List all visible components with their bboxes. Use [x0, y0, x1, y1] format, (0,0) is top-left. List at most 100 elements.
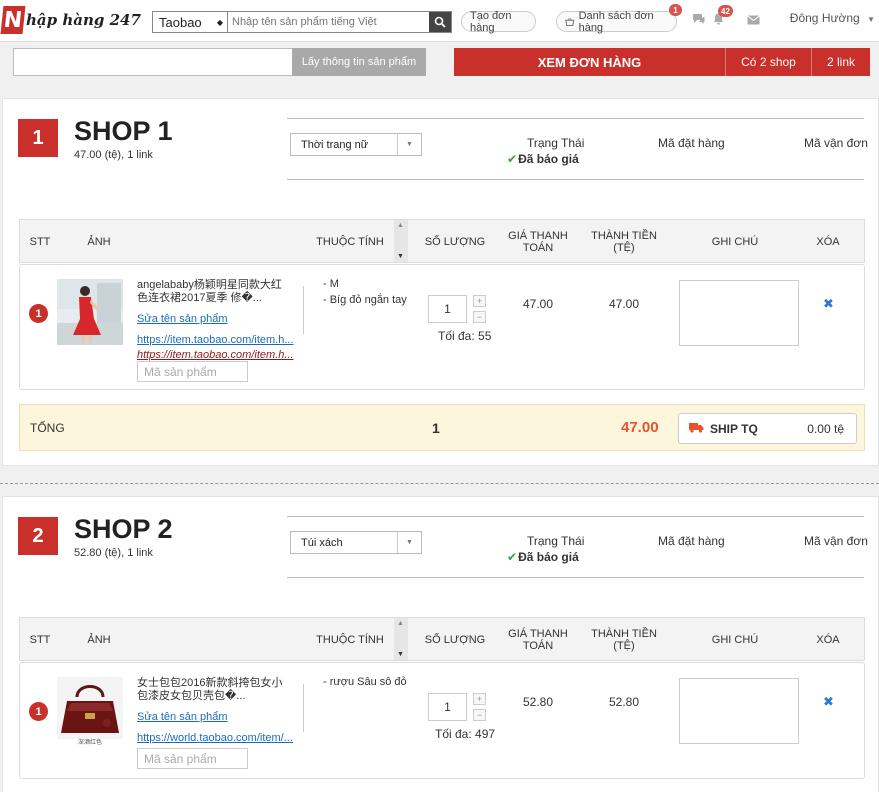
site-select[interactable]: Taobao ◆ — [153, 12, 228, 32]
tracking-code-label: Mã vận đơn — [804, 534, 868, 548]
create-order-label: Tạo đơn hàng — [470, 9, 512, 34]
basket-icon — [565, 17, 575, 26]
category-value: Thời trang nữ — [301, 138, 369, 151]
edit-name-link[interactable]: Sửa tên sản phẩm — [137, 313, 228, 325]
line-total: 52.80 — [609, 695, 640, 709]
pay-price: 52.80 — [523, 695, 554, 709]
attr-color: - Bíg đỏ ngắn tay — [323, 294, 407, 306]
product-thumbnail[interactable] — [57, 279, 123, 345]
scroll-down-icon: ▼ — [397, 651, 404, 658]
pay-price: 47.00 — [523, 297, 554, 311]
total-quantity: 1 — [432, 420, 440, 436]
logo-text: hập hàng 247 — [26, 11, 141, 29]
divider — [303, 684, 304, 732]
product-link[interactable]: https://world.taobao.com/item/... — [137, 732, 293, 744]
category-value: Túi xách — [301, 536, 343, 549]
status-text: Đã báo giá — [518, 152, 579, 166]
table-row: 1 深酒红色 女士包包2016新款斜挎包女小包漆皮女包贝壳包�... Sửa t… — [19, 662, 865, 779]
shop-number: 1 — [18, 119, 58, 157]
create-order-button[interactable]: Tạo đơn hàng — [461, 9, 536, 34]
col-note: GHI CHÚ — [711, 236, 759, 248]
status-value: ✔Đã báo giá — [507, 550, 579, 564]
sort-caret-icon: ◆ — [216, 17, 223, 27]
col-attributes: THUỘC TÍNH — [316, 634, 384, 646]
link-count: 2 link — [826, 55, 855, 69]
edit-name-link[interactable]: Sửa tên sản phẩm — [137, 711, 228, 723]
chevron-down-icon: ▼ — [867, 15, 875, 24]
caret-down-icon: ▼ — [397, 134, 421, 155]
chat-icon[interactable] — [692, 13, 705, 28]
col-stt: STT — [29, 634, 51, 646]
col-image: ẢNH — [87, 634, 111, 646]
order-code-label: Mã đặt hàng — [658, 136, 725, 150]
view-orders-button[interactable]: XEM ĐƠN HÀNG — [454, 48, 726, 76]
product-link[interactable]: https://item.taobao.com/item.h... — [137, 349, 294, 361]
line-total: 47.00 — [609, 297, 640, 311]
col-attributes: THUỘC TÍNH — [316, 236, 384, 248]
divider — [287, 516, 864, 517]
tracking-code-label: Mã vận đơn — [804, 136, 868, 150]
header-scrollbar[interactable]: ▲ ▼ — [394, 220, 408, 262]
quantity-input[interactable]: 1 — [428, 693, 467, 721]
user-name: Đông Hường — [789, 11, 860, 25]
divider — [287, 118, 864, 119]
divider — [287, 179, 864, 180]
sku-input[interactable]: Mã sản phẩm — [137, 361, 248, 382]
mail-icon[interactable] — [747, 13, 760, 28]
search-input[interactable] — [228, 12, 429, 32]
handbag-icon — [57, 677, 123, 739]
product-link[interactable]: https://item.taobao.com/item.h... — [137, 334, 294, 346]
search-bar: Taobao ◆ — [152, 11, 452, 33]
table-header: STT ẢNH THUỘC TÍNH ▲ ▼ SỐ LƯỢNG GIÁ THANH… — [19, 617, 865, 661]
total-label: TỔNG — [30, 421, 65, 435]
order-list-button[interactable]: Danh sách đơn hàng — [556, 10, 677, 34]
sku-input[interactable]: Mã sản phẩm — [137, 748, 248, 769]
divider — [287, 577, 864, 578]
max-quantity: Tối đa: 497 — [435, 727, 496, 741]
delete-icon[interactable]: ✖ — [823, 694, 834, 710]
status-text: Đã báo giá — [518, 550, 579, 564]
category-select[interactable]: Thời trang nữ ▼ — [290, 133, 422, 156]
product-name: 女士包包2016新款斜挎包女小包漆皮女包贝壳包�... — [137, 677, 283, 702]
scroll-down-icon: ▼ — [397, 253, 404, 260]
action-bar: Lấy thông tin sản phẩm XEM ĐƠN HÀNG Có 2… — [0, 42, 879, 82]
shop-count: Có 2 shop — [726, 48, 812, 76]
col-note: GHI CHÚ — [711, 634, 759, 646]
total-amount: 47.00 — [621, 419, 659, 436]
shop-number: 2 — [18, 517, 58, 555]
quantity-input[interactable]: 1 — [428, 295, 467, 323]
ship-fee: 0.00 tệ — [807, 421, 844, 436]
ship-fee-box: SHIP TQ 0.00 tệ — [678, 413, 857, 444]
note-textarea[interactable] — [679, 280, 799, 346]
shop-title: SHOP 2 — [74, 514, 173, 544]
fetch-product-button[interactable]: Lấy thông tin sản phẩm — [292, 48, 426, 76]
orders-summary-bar: XEM ĐƠN HÀNG Có 2 shop 2 link — [454, 48, 870, 76]
user-menu[interactable]: Đông Hường ▼ — [790, 11, 875, 25]
ship-label: SHIP TQ — [710, 421, 758, 436]
notification-badge: 42 — [718, 5, 733, 17]
check-icon: ✔ — [507, 152, 518, 166]
attr-size: - M — [323, 278, 339, 290]
header-scrollbar[interactable]: ▲ ▼ — [394, 618, 408, 660]
minus-icon[interactable]: − — [473, 311, 486, 323]
plus-icon[interactable]: + — [473, 693, 486, 705]
logo[interactable]: N hập hàng 247 — [0, 5, 141, 35]
minus-icon[interactable]: − — [473, 709, 486, 721]
col-pay-price: GIÁ THANH TOÁN — [508, 628, 568, 652]
col-delete: XÓA — [816, 236, 840, 248]
col-total: THÀNH TIỀN (TỆ) — [591, 230, 657, 254]
search-button[interactable] — [429, 12, 451, 32]
row-index: 1 — [29, 702, 48, 721]
category-select[interactable]: Túi xách ▼ — [290, 531, 422, 554]
product-url-input[interactable] — [13, 48, 293, 76]
status-label: Trạng Thái — [527, 534, 585, 548]
table-row: 1 angelababy杨颖明星同款大红色连衣裙2017夏季 修�... Sửa… — [19, 264, 865, 390]
caret-down-icon: ▼ — [397, 532, 421, 553]
note-textarea[interactable] — [679, 678, 799, 744]
site-select-value: Taobao — [159, 14, 202, 30]
plus-icon[interactable]: + — [473, 295, 486, 307]
product-thumbnail[interactable]: 深酒红色 — [57, 677, 123, 746]
col-pay-price: GIÁ THANH TOÁN — [508, 230, 568, 254]
shop-separator — [0, 483, 879, 484]
delete-icon[interactable]: ✖ — [823, 296, 834, 312]
